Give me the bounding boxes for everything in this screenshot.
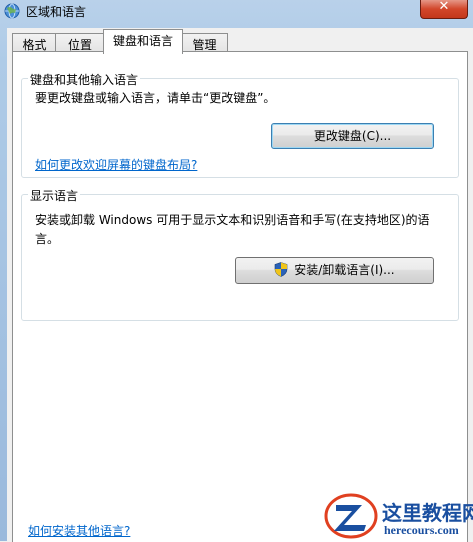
tab-format[interactable]: 格式 — [12, 33, 57, 53]
tab-keyboards-languages[interactable]: 键盘和语言 — [103, 29, 183, 54]
install-other-languages-link[interactable]: 如何安装其他语言? — [28, 522, 130, 539]
tab-label: 管理 — [192, 38, 217, 52]
close-icon: ✕ — [438, 0, 450, 14]
tab-panel: 键盘和其他输入语言 要更改键盘或输入语言，请单击“更改键盘”。 更改键盘(C).… — [12, 51, 468, 542]
tab-label: 键盘和语言 — [112, 34, 173, 48]
tab-label: 位置 — [67, 38, 92, 52]
watermark-url: herecours.com — [384, 523, 459, 537]
watermark-logo — [324, 493, 378, 539]
uac-shield-icon — [275, 262, 288, 277]
dialog-client: 格式 位置 键盘和语言 管理 键盘和其他输入语言 要更改键盘或输入语言，请单击“… — [7, 28, 473, 542]
change-keyboard-button[interactable]: 更改键盘(C)... — [271, 123, 434, 149]
welcome-screen-keyboard-link[interactable]: 如何更改欢迎屏幕的键盘布局? — [35, 156, 197, 173]
keyboard-description: 要更改键盘或输入语言，请单击“更改键盘”。 — [35, 91, 276, 105]
change-keyboard-label: 更改键盘(C)... — [313, 129, 392, 143]
keyboard-group-legend: 键盘和其他输入语言 — [28, 71, 141, 88]
display-language-description: 安装或卸载 Windows 可用于显示文本和识别语音和手写(在支持地区)的语言。 — [35, 213, 430, 246]
title-bar[interactable]: 区域和语言 ✕ — [0, 0, 473, 22]
tab-location[interactable]: 位置 — [55, 33, 105, 53]
window-frame: 区域和语言 ✕ 格式 位置 键盘和语言 管理 键盘和其他输入语言 要更改键盘或输… — [0, 0, 473, 542]
close-button[interactable]: ✕ — [420, 0, 468, 19]
watermark-title: 这里教程网 — [382, 501, 473, 525]
tab-administrative[interactable]: 管理 — [181, 33, 228, 53]
window-title: 区域和语言 — [26, 5, 87, 19]
install-uninstall-languages-button[interactable]: 安装/卸载语言(I)... — [235, 257, 434, 284]
install-uninstall-label: 安装/卸载语言(I)... — [294, 263, 395, 277]
display-language-legend: 显示语言 — [28, 187, 81, 204]
site-watermark: 这里教程网 herecours.com — [324, 493, 473, 541]
globe-icon — [4, 3, 20, 19]
tab-label: 格式 — [22, 38, 47, 52]
